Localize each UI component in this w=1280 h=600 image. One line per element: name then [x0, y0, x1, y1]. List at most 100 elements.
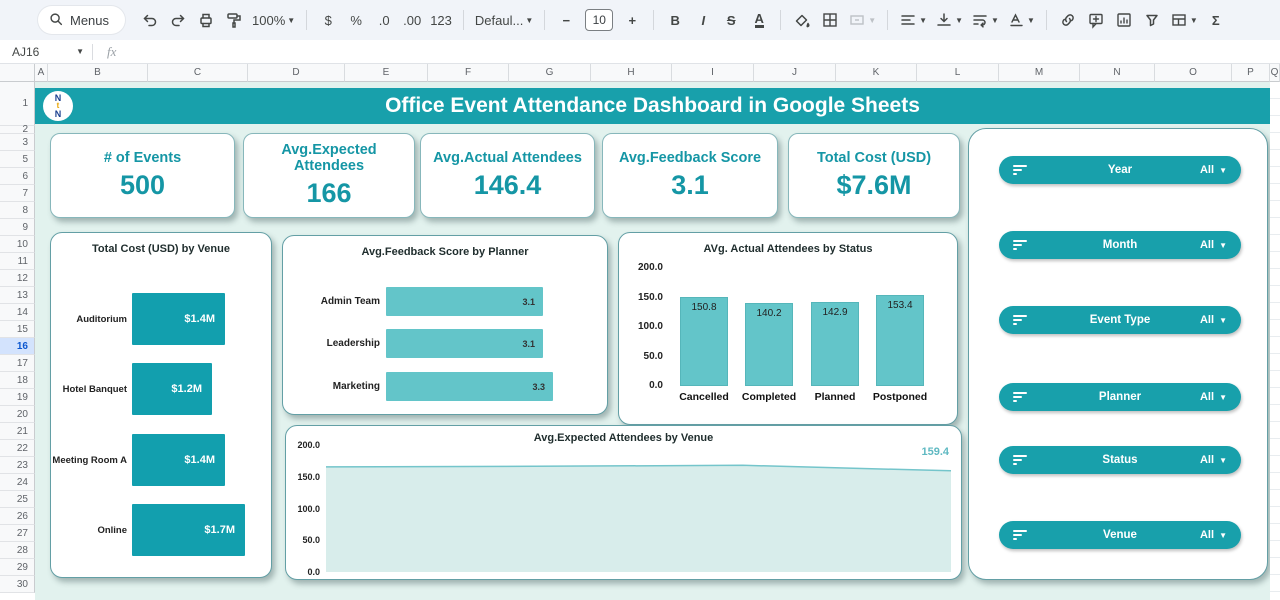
name-box[interactable]: AJ16 ▼	[0, 45, 92, 59]
row-header-18[interactable]: 18	[0, 372, 35, 389]
row-header-8[interactable]: 8	[0, 202, 35, 219]
filter-value-dropdown[interactable]: All ▼	[1200, 164, 1227, 176]
format-currency-button[interactable]: $	[315, 7, 341, 33]
filter-value-dropdown[interactable]: All ▼	[1200, 454, 1227, 466]
row-header-20[interactable]: 20	[0, 406, 35, 423]
row-header-24[interactable]: 24	[0, 474, 35, 491]
column-header-D[interactable]: D	[248, 64, 345, 82]
column-header-B[interactable]: B	[48, 64, 148, 82]
font-size-input[interactable]: 10	[585, 9, 613, 31]
column-header-L[interactable]: L	[917, 64, 999, 82]
grid-cells-right[interactable]	[1270, 82, 1280, 600]
text-wrap-button[interactable]: ▼	[968, 7, 1002, 33]
horizontal-align-button[interactable]: ▼	[896, 7, 930, 33]
menus-search-button[interactable]: Menus	[38, 6, 125, 34]
text-color-button[interactable]: A	[746, 7, 772, 33]
row-header-23[interactable]: 23	[0, 457, 35, 474]
row-header-2[interactable]: 2	[0, 126, 35, 134]
text-rotation-button[interactable]: ▼	[1004, 7, 1038, 33]
column-header-M[interactable]: M	[999, 64, 1080, 82]
row-header-14[interactable]: 14	[0, 304, 35, 321]
chart-total-cost-by-venue[interactable]: Total Cost (USD) by Venue Auditorium$1.4…	[50, 232, 272, 578]
filter-value-dropdown[interactable]: All ▼	[1200, 314, 1227, 326]
italic-button[interactable]: I	[690, 7, 716, 33]
row-header-30[interactable]: 30	[0, 576, 35, 593]
chart-feedback-by-planner[interactable]: Avg.Feedback Score by Planner Admin Team…	[282, 235, 608, 415]
filter-event-type[interactable]: Event TypeAll ▼	[999, 306, 1241, 334]
row-header-25[interactable]: 25	[0, 491, 35, 508]
filter-planner[interactable]: PlannerAll ▼	[999, 383, 1241, 411]
kpi-card[interactable]: # of Events500	[50, 133, 235, 218]
row-header-6[interactable]: 6	[0, 168, 35, 185]
row-header-1[interactable]: 1	[0, 82, 35, 126]
column-header-J[interactable]: J	[754, 64, 836, 82]
row-header-22[interactable]: 22	[0, 440, 35, 457]
row-header-19[interactable]: 19	[0, 389, 35, 406]
column-header-I[interactable]: I	[672, 64, 754, 82]
paint-format-button[interactable]	[221, 7, 247, 33]
filter-value-dropdown[interactable]: All ▼	[1200, 391, 1227, 403]
row-header-21[interactable]: 21	[0, 423, 35, 440]
row-header-7[interactable]: 7	[0, 185, 35, 202]
vertical-align-button[interactable]: ▼	[932, 7, 966, 33]
filter-year[interactable]: YearAll ▼	[999, 156, 1241, 184]
column-header-Q[interactable]: Q	[1270, 64, 1280, 82]
redo-button[interactable]	[165, 7, 191, 33]
font-select[interactable]: Defaul...▼	[472, 7, 536, 33]
row-header-29[interactable]: 29	[0, 559, 35, 576]
strikethrough-button[interactable]: S	[718, 7, 744, 33]
create-filter-button[interactable]	[1139, 7, 1165, 33]
print-button[interactable]	[193, 7, 219, 33]
filter-status[interactable]: StatusAll ▼	[999, 446, 1241, 474]
column-header-E[interactable]: E	[345, 64, 428, 82]
row-header-10[interactable]: 10	[0, 236, 35, 253]
column-header-N[interactable]: N	[1080, 64, 1155, 82]
chart-attendees-by-status[interactable]: AVg. Actual Attendees by Status 200.0150…	[618, 232, 958, 425]
column-header-K[interactable]: K	[836, 64, 917, 82]
column-header-O[interactable]: O	[1155, 64, 1232, 82]
fill-color-button[interactable]	[789, 7, 815, 33]
insert-chart-button[interactable]	[1111, 7, 1137, 33]
functions-button[interactable]: Σ	[1203, 7, 1229, 33]
row-header-13[interactable]: 13	[0, 287, 35, 304]
decrease-font-size-button[interactable]: −	[553, 7, 579, 33]
column-header-H[interactable]: H	[591, 64, 672, 82]
row-header-9[interactable]: 9	[0, 219, 35, 236]
column-header-G[interactable]: G	[509, 64, 591, 82]
more-formats-button[interactable]: 123	[427, 7, 455, 33]
decrease-decimal-button[interactable]: .0	[371, 7, 397, 33]
zoom-select[interactable]: 100%▼	[249, 7, 298, 33]
row-header-3[interactable]: 3	[0, 134, 35, 151]
table-views-button[interactable]: ▼	[1167, 7, 1201, 33]
borders-button[interactable]	[817, 7, 843, 33]
filter-value-dropdown[interactable]: All ▼	[1200, 529, 1227, 541]
row-header-17[interactable]: 17	[0, 355, 35, 372]
undo-button[interactable]	[137, 7, 163, 33]
kpi-card[interactable]: Avg.Feedback Score3.1	[602, 133, 778, 218]
kpi-card[interactable]: Avg.Expected Attendees166	[243, 133, 415, 218]
filter-venue[interactable]: VenueAll ▼	[999, 521, 1241, 549]
increase-font-size-button[interactable]: +	[619, 7, 645, 33]
kpi-card[interactable]: Total Cost (USD)$7.6M	[788, 133, 960, 218]
row-header-11[interactable]: 11	[0, 253, 35, 270]
column-header-A[interactable]: A	[35, 64, 48, 82]
row-header-28[interactable]: 28	[0, 542, 35, 559]
select-all-corner[interactable]	[0, 64, 35, 82]
row-header-27[interactable]: 27	[0, 525, 35, 542]
column-header-C[interactable]: C	[148, 64, 248, 82]
insert-link-button[interactable]	[1055, 7, 1081, 33]
column-header-F[interactable]: F	[428, 64, 509, 82]
bold-button[interactable]: B	[662, 7, 688, 33]
chart-expected-attendees-by-venue[interactable]: Avg.Expected Attendees by Venue 159.4 20…	[285, 425, 962, 580]
row-header-16[interactable]: 16	[0, 338, 35, 355]
filter-month[interactable]: MonthAll ▼	[999, 231, 1241, 259]
row-header-12[interactable]: 12	[0, 270, 35, 287]
increase-decimal-button[interactable]: .00	[399, 7, 425, 33]
column-header-P[interactable]: P	[1232, 64, 1270, 82]
row-header-5[interactable]: 5	[0, 151, 35, 168]
format-percent-button[interactable]: %	[343, 7, 369, 33]
row-header-26[interactable]: 26	[0, 508, 35, 525]
row-header-15[interactable]: 15	[0, 321, 35, 338]
filter-value-dropdown[interactable]: All ▼	[1200, 239, 1227, 251]
kpi-card[interactable]: Avg.Actual Attendees146.4	[420, 133, 595, 218]
